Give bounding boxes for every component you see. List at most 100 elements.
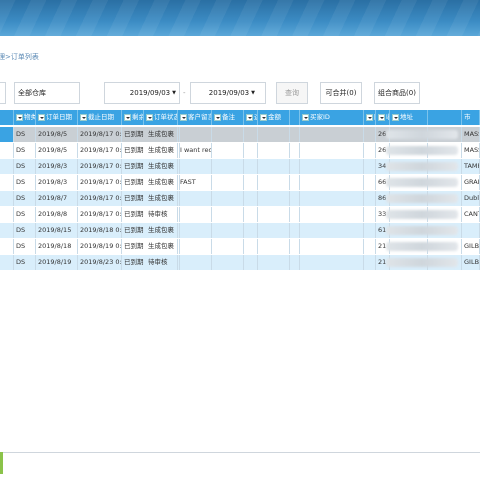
table-cell xyxy=(364,143,376,158)
start-date-picker[interactable]: 2019/09/03 ▼ xyxy=(104,82,180,104)
table-cell xyxy=(290,207,300,222)
mergeable-button[interactable]: 可合并(0) xyxy=(320,82,362,104)
caret-down-icon[interactable]: ▼ xyxy=(251,90,255,96)
column-header-label: 订单状态 xyxy=(154,113,178,121)
table-row[interactable]: DS2019/8/182019/8/19 0:0已到期生成包裹21GILBE xyxy=(0,239,480,254)
table-cell: 待审核 xyxy=(146,255,180,270)
filter-dropdown-icon[interactable] xyxy=(124,113,131,121)
redacted-recipient-info xyxy=(386,146,458,155)
table-cell xyxy=(364,239,376,254)
column-header[interactable] xyxy=(428,110,462,125)
table-row[interactable]: DS2019/8/52019/8/17 0:0已到期生成包裹26MASS xyxy=(0,127,480,142)
table-cell: 2019/8/5 xyxy=(36,143,78,158)
table-row[interactable]: DS 2019/8/5 2019/8/17 0:0 已到期 生成包裹 I want red… xyxy=(0,143,480,158)
table-cell: 待审核 xyxy=(146,207,180,222)
table-cell: 2019/8/18 xyxy=(36,239,78,254)
table-cell: 2019/8/15 xyxy=(36,223,78,238)
filter-dropdown-icon[interactable] xyxy=(246,113,253,121)
table-row[interactable]: DS2019/8/82019/8/17 0:0已到期待审核33CANT xyxy=(0,207,480,222)
table-cell xyxy=(364,255,376,270)
column-header-label: 市 xyxy=(464,113,471,121)
end-date-picker[interactable]: 2019/09/03 ▼ xyxy=(190,82,266,104)
table-row[interactable]: DS 2019/8/3 2019/8/17 0:0 已到期 生成包裹 34 TAMF xyxy=(0,159,480,174)
column-header[interactable]: 订单状态 xyxy=(144,110,178,125)
table-cell xyxy=(300,255,364,270)
filter-dropdown-icon[interactable] xyxy=(180,113,187,121)
table-cell xyxy=(244,175,258,190)
redacted-recipient-info xyxy=(386,194,458,203)
column-header[interactable]: 国家 xyxy=(364,110,376,125)
filter-dropdown-icon[interactable] xyxy=(392,113,399,121)
table-cell: 生成包裹 xyxy=(146,239,180,254)
filter-dropdown-icon[interactable] xyxy=(146,113,153,121)
column-header[interactable]: 截止日期 xyxy=(78,110,122,125)
column-header[interactable]: 运费 xyxy=(244,110,258,125)
table-cell: 生成包裹 xyxy=(146,127,180,142)
table-row[interactable]: DS 2019/8/15 2019/8/18 0:0 已到期 生成包裹 61 xyxy=(0,223,480,238)
table-cell xyxy=(244,207,258,222)
column-header[interactable]: 买家ID xyxy=(300,110,364,125)
table-cell: 2019/8/8 xyxy=(36,207,78,222)
table-cell xyxy=(290,255,300,270)
left-filter-field[interactable] xyxy=(0,82,6,104)
filter-dropdown-icon[interactable] xyxy=(366,113,373,121)
column-header-label: 买家ID xyxy=(310,113,330,121)
table-cell: 2019/8/23 0:0 xyxy=(78,255,122,270)
table-row[interactable]: DS2019/8/32019/8/17 0:0已到期生成包裹FAST66GRAN xyxy=(0,175,480,190)
column-header[interactable]: 地址 xyxy=(390,110,428,125)
table-cell: 2019/8/3 xyxy=(36,159,78,174)
redacted-recipient-info xyxy=(386,258,458,267)
table-cell xyxy=(0,207,14,222)
column-header[interactable]: 物类 xyxy=(14,110,36,125)
filter-dropdown-icon[interactable] xyxy=(80,113,87,121)
column-header[interactable]: 收件人 xyxy=(376,110,390,125)
table-cell xyxy=(300,175,364,190)
table-cell xyxy=(212,239,244,254)
table-cell xyxy=(0,191,14,206)
table-row[interactable]: DS2019/8/192019/8/23 0:0已到期待审核21GILBE xyxy=(0,255,480,270)
filter-dropdown-icon[interactable] xyxy=(302,113,309,121)
column-header[interactable]: 金额 xyxy=(258,110,290,125)
column-header[interactable] xyxy=(290,110,300,125)
table-cell xyxy=(364,127,376,142)
table-cell: 生成包裹 xyxy=(146,143,180,158)
filter-dropdown-icon[interactable] xyxy=(214,113,221,121)
filter-dropdown-icon[interactable] xyxy=(260,113,267,121)
filter-dropdown-icon[interactable] xyxy=(38,113,45,121)
column-header[interactable]: 剩余时间 xyxy=(122,110,144,125)
combo-products-button[interactable]: 组合商品(0) xyxy=(374,82,420,104)
table-row[interactable]: DS 2019/8/7 2019/8/17 0:0 已到期 生成包裹 86 Dubli xyxy=(0,191,480,206)
warehouse-select[interactable]: 全部仓库 xyxy=(14,82,80,104)
column-header-label: 地址 xyxy=(400,113,413,121)
table-cell: I want red xyxy=(178,143,212,158)
column-header[interactable] xyxy=(0,110,14,125)
table-cell: CANT xyxy=(462,207,480,222)
table-cell xyxy=(178,159,212,174)
filter-dropdown-icon[interactable] xyxy=(378,113,385,121)
table-cell xyxy=(212,223,244,238)
column-header[interactable]: 客户留言 xyxy=(178,110,212,125)
table-cell xyxy=(212,255,244,270)
table-cell xyxy=(258,239,290,254)
table-cell xyxy=(244,127,258,142)
end-date-value: 2019/09/03 xyxy=(208,89,250,97)
filter-dropdown-icon[interactable] xyxy=(16,113,23,121)
caret-down-icon[interactable]: ▼ xyxy=(172,90,176,96)
column-header[interactable]: 备注 xyxy=(212,110,244,125)
table-cell: 生成包裹 xyxy=(146,175,180,190)
table-cell: DS xyxy=(14,207,36,222)
column-header-label: 备注 xyxy=(222,113,235,121)
table-cell xyxy=(212,159,244,174)
table-cell: 生成包裹 xyxy=(146,223,180,238)
table-cell: 2019/8/7 xyxy=(36,191,78,206)
table-cell xyxy=(212,127,244,142)
table-cell xyxy=(0,175,14,190)
table-cell: DS xyxy=(14,191,36,206)
table-cell: DS xyxy=(14,159,36,174)
table-cell: 2019/8/18 0:0 xyxy=(78,223,122,238)
column-header[interactable]: 市 xyxy=(462,110,480,125)
table-cell xyxy=(290,143,300,158)
column-header[interactable]: 订单日期 xyxy=(36,110,78,125)
table-cell xyxy=(290,191,300,206)
query-button[interactable]: 查询 xyxy=(276,82,308,104)
